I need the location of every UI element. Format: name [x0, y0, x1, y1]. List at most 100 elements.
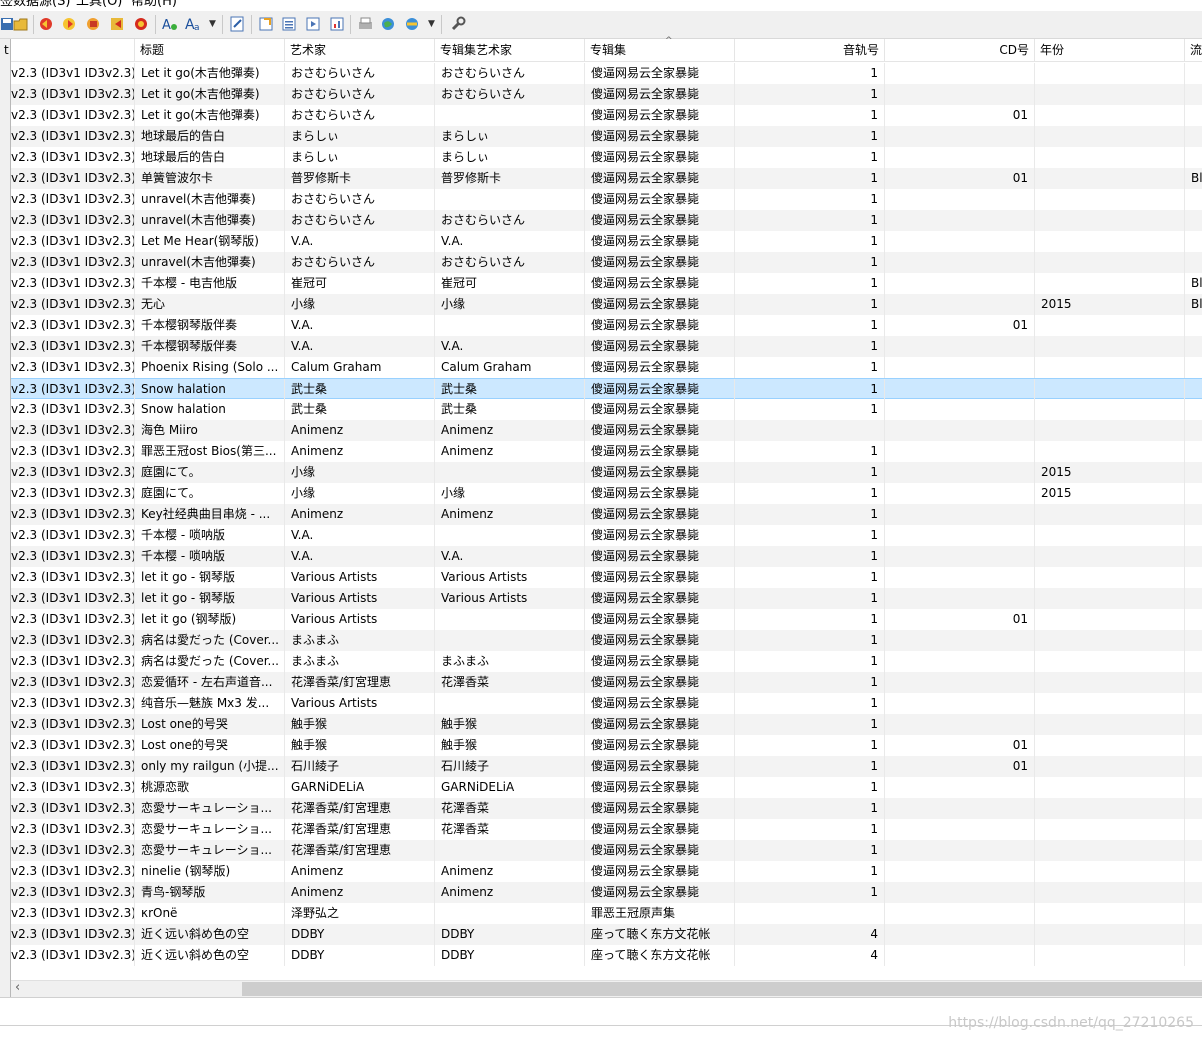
cell-genre: [1185, 567, 1202, 588]
cell-cd: [885, 588, 1035, 609]
menu-tools[interactable]: 工具(O): [76, 0, 122, 10]
convert-icon[interactable]: [85, 15, 103, 33]
table-row[interactable]: v2.3 (ID3v1 ID3v2.3) 千本樱 - 电吉他版 崔冠可 崔冠可 傻逼网易…: [11, 273, 1202, 294]
wrench-icon[interactable]: [449, 15, 467, 33]
cell-album-artist: 小缘: [435, 483, 585, 504]
cell-track: 1: [735, 882, 885, 903]
case-conversion-icon[interactable]: A: [161, 15, 179, 33]
cell-track: 1: [735, 189, 885, 210]
table-row[interactable]: v2.3 (ID3v1 ID3v2.3) let it go - 钢琴版 Vario…: [11, 567, 1202, 588]
table-row[interactable]: v2.3 (ID3v1 ID3v2.3) 病名は愛だった (Cover... まふま…: [11, 651, 1202, 672]
table-row[interactable]: v2.3 (ID3v1 ID3v2.3) 千本樱钢琴版伴奏 V.A. V.A. 傻逼网易…: [11, 336, 1202, 357]
cell-album: 傻逼网易云全家暴毙: [585, 420, 735, 441]
table-row[interactable]: v2.3 (ID3v1 ID3v2.3) 地球最后的告白 まらしぃ まらしぃ 傻逼网易云…: [11, 126, 1202, 147]
table-row[interactable]: v2.3 (ID3v1 ID3v2.3) Lost one的号哭 触手猴 触手猴 傻逼网…: [11, 714, 1202, 735]
web-source-menu-icon[interactable]: [404, 15, 422, 33]
menu-help[interactable]: 帮助(H): [131, 0, 177, 10]
cell-genre: [1185, 379, 1202, 400]
table-row[interactable]: v2.3 (ID3v1 ID3v2.3) 恋愛サーキュレーショ... 花澤香菜/釘宮…: [11, 798, 1202, 819]
table-row[interactable]: v2.3 (ID3v1 ID3v2.3) Let it go(木吉他彈奏) おさむら…: [11, 105, 1202, 126]
table-row[interactable]: v2.3 (ID3v1 ID3v2.3) 海色 Miiro Animenz Anime…: [11, 420, 1202, 441]
table-row[interactable]: v2.3 (ID3v1 ID3v2.3) Snow halation 武士桑 武士桑傻…: [11, 399, 1202, 420]
cell-album-artist: 花澤香菜: [435, 672, 585, 693]
table-row[interactable]: v2.3 (ID3v1 ID3v2.3) let it go - 钢琴版 Vario…: [11, 588, 1202, 609]
menu-tag-source[interactable]: 签数据源(S): [0, 0, 70, 10]
cell-title: Key社经典曲目串烧 - ...: [135, 504, 285, 525]
text-format-icon[interactable]: Aa: [185, 15, 203, 33]
table-row[interactable]: v2.3 (ID3v1 ID3v2.3) 庭園にて。 小缘 傻逼网易云全家暴毙 1 201…: [11, 462, 1202, 483]
column-header-album-artist[interactable]: 专辑集艺术家: [435, 39, 585, 61]
table-row[interactable]: v2.3 (ID3v1 ID3v2.3) 桃源恋歌 GARNiDELiA GARNiD…: [11, 777, 1202, 798]
cell-artist: DDBY: [285, 924, 435, 945]
scroll-left-icon[interactable]: ‹: [15, 980, 20, 995]
table-row[interactable]: v2.3 (ID3v1 ID3v2.3) 病名は愛だった (Cover... まふま…: [11, 630, 1202, 651]
table-row[interactable]: v2.3 (ID3v1 ID3v2.3) Let it go(木吉他彈奏) おさむら…: [11, 84, 1202, 105]
table-row[interactable]: v2.3 (ID3v1 ID3v2.3) Let it go(木吉他彈奏) おさむら…: [11, 63, 1202, 84]
table-row[interactable]: v2.3 (ID3v1 ID3v2.3) Lost one的号哭 触手猴 触手猴 傻逼网…: [11, 735, 1202, 756]
table-row[interactable]: v2.3 (ID3v1 ID3v2.3) 千本樱 - 唢呐版 V.A. 傻逼网易云全家…: [11, 525, 1202, 546]
cell-album-artist: Various Artists: [435, 588, 585, 609]
column-header-track[interactable]: 音轨号: [735, 39, 885, 61]
table-row[interactable]: v2.3 (ID3v1 ID3v2.3) Phoenix Rising (Solo…: [11, 357, 1202, 378]
table-row[interactable]: v2.3 (ID3v1 ID3v2.3) Snow halation 武士桑 武士桑傻…: [11, 378, 1202, 400]
report-icon[interactable]: [329, 15, 347, 33]
scrollbar-thumb[interactable]: [242, 982, 1202, 996]
tag-to-filename-icon[interactable]: [38, 15, 56, 33]
cell-album: 傻逼网易云全家暴毙: [585, 714, 735, 735]
print-icon[interactable]: [357, 15, 375, 33]
table-row[interactable]: v2.3 (ID3v1 ID3v2.3) κrOnë 泽野弘之 罪恶王冠原声集: [11, 903, 1202, 924]
cell-album-artist: Animenz: [435, 441, 585, 462]
column-header-artist[interactable]: 艺术家: [285, 39, 435, 61]
cell-track: 4: [735, 924, 885, 945]
svg-text:a: a: [194, 23, 200, 33]
table-row[interactable]: v2.3 (ID3v1 ID3v2.3) Key社经典曲目串烧 - ... Anim…: [11, 504, 1202, 525]
chevron-down-icon[interactable]: ▼: [428, 19, 435, 29]
table-row[interactable]: v2.3 (ID3v1 ID3v2.3) 青鸟-钢琴版 Animenz Animenz…: [11, 882, 1202, 903]
column-header-year[interactable]: 年份: [1035, 39, 1185, 61]
table-row[interactable]: v2.3 (ID3v1 ID3v2.3) unravel(木吉他彈奏) おさむらいさ…: [11, 210, 1202, 231]
table-row[interactable]: v2.3 (ID3v1 ID3v2.3) 千本樱 - 唢呐版 V.A. V.A. 傻逼网…: [11, 546, 1202, 567]
table-row[interactable]: v2.3 (ID3v1 ID3v2.3) 近く远い斜め色の空 DDBY DDBY 座って…: [11, 945, 1202, 966]
table-row[interactable]: v2.3 (ID3v1 ID3v2.3) 地球最后的告白 まらしぃ まらしぃ 傻逼网易云…: [11, 147, 1202, 168]
column-header-genre[interactable]: 流: [1185, 39, 1202, 61]
table-row[interactable]: v2.3 (ID3v1 ID3v2.3) 近く远い斜め色の空 DDBY DDBY 座って…: [11, 924, 1202, 945]
cell-genre: [1185, 63, 1202, 84]
web-source-icon[interactable]: [380, 15, 398, 33]
list-icon[interactable]: [281, 15, 299, 33]
cell-track: [735, 903, 885, 924]
cell-album-artist: Various Artists: [435, 567, 585, 588]
table-row[interactable]: v2.3 (ID3v1 ID3v2.3) let it go (钢琴版) Vario…: [11, 609, 1202, 630]
filename-to-tag-icon[interactable]: [61, 15, 79, 33]
table-row[interactable]: v2.3 (ID3v1 ID3v2.3) unravel(木吉他彈奏) おさむらいさ…: [11, 189, 1202, 210]
table-row[interactable]: v2.3 (ID3v1 ID3v2.3) 千本樱钢琴版伴奏 V.A. 傻逼网易云全家暴…: [11, 315, 1202, 336]
filename-to-filename-icon[interactable]: [109, 15, 127, 33]
column-header-tag[interactable]: t: [0, 39, 135, 61]
column-header-cd[interactable]: CD号: [885, 39, 1035, 61]
column-header-title[interactable]: 标题: [135, 39, 285, 61]
folder-icon[interactable]: [13, 15, 31, 33]
tag-to-tag-icon[interactable]: [133, 15, 151, 33]
cell-track: 1: [735, 273, 885, 294]
horizontal-scrollbar[interactable]: ‹: [11, 980, 1202, 998]
export-icon[interactable]: [258, 15, 276, 33]
table-row[interactable]: v2.3 (ID3v1 ID3v2.3) unravel(木吉他彈奏) おさむらいさ…: [11, 252, 1202, 273]
table-row[interactable]: v2.3 (ID3v1 ID3v2.3) 无心 小缘 小缘 傻逼网易云全家暴毙 1 2015…: [11, 294, 1202, 315]
table-row[interactable]: v2.3 (ID3v1 ID3v2.3) 恋愛サーキュレーショ... 花澤香菜/釘宮…: [11, 840, 1202, 861]
playlist-icon[interactable]: [305, 15, 323, 33]
table-row[interactable]: v2.3 (ID3v1 ID3v2.3) 恋愛サーキュレーショ... 花澤香菜/釘宮…: [11, 819, 1202, 840]
table-row[interactable]: v2.3 (ID3v1 ID3v2.3) 庭園にて。 小缘 小缘 傻逼网易云全家暴毙 1 2…: [11, 483, 1202, 504]
edit-icon[interactable]: [229, 15, 247, 33]
chevron-down-icon[interactable]: ▼: [209, 19, 216, 29]
table-row[interactable]: v2.3 (ID3v1 ID3v2.3) 罪恶王冠ost Bios(第三... An…: [11, 441, 1202, 462]
table-row[interactable]: v2.3 (ID3v1 ID3v2.3) Let Me Hear(钢琴版) V.A.…: [11, 231, 1202, 252]
table-row[interactable]: v2.3 (ID3v1 ID3v2.3) 恋爱循环 - 左右声道音... 花澤香菜/…: [11, 672, 1202, 693]
table-row[interactable]: v2.3 (ID3v1 ID3v2.3) only my railgun (小提.…: [11, 756, 1202, 777]
cell-year: [1035, 273, 1185, 294]
column-header-album[interactable]: 专辑集: [585, 39, 735, 61]
cell-genre: [1185, 861, 1202, 882]
cell-title: 青鸟-钢琴版: [135, 882, 285, 903]
table-row[interactable]: v2.3 (ID3v1 ID3v2.3) 单簧管波尔卡 普罗修斯卡 普罗修斯卡 傻逼网易…: [11, 168, 1202, 189]
table-row[interactable]: v2.3 (ID3v1 ID3v2.3) ninelie (钢琴版) Animenz…: [11, 861, 1202, 882]
cell-cd: [885, 861, 1035, 882]
table-row[interactable]: v2.3 (ID3v1 ID3v2.3) 纯音乐—魅族 Mx3 发... Vario…: [11, 693, 1202, 714]
